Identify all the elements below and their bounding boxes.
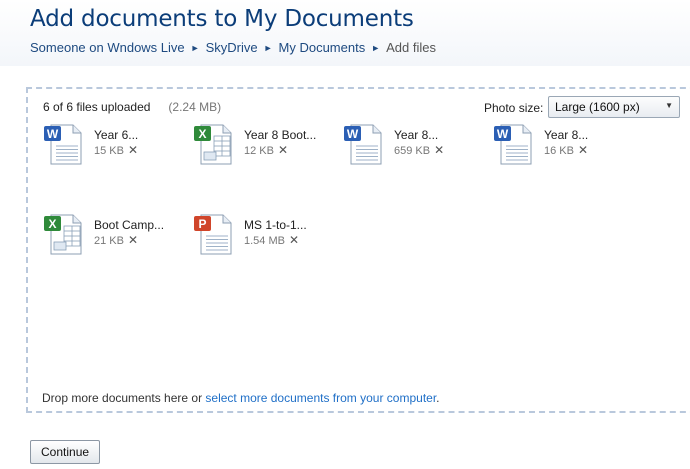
file-size-row: 21 KB ✕ [94, 233, 138, 247]
dropdown-arrow-icon: ▼ [665, 101, 673, 110]
file-size-row: 659 KB ✕ [394, 143, 444, 157]
remove-file-icon[interactable]: ✕ [289, 233, 299, 247]
file-name: Year 8 Boot... [244, 128, 317, 142]
breadcrumb-account[interactable]: Someone on Wndows Live [30, 40, 185, 55]
file-size: 15 KB [94, 145, 124, 157]
file-size: 1.54 MB [244, 235, 285, 247]
page-title: Add documents to My Documents [30, 6, 414, 32]
drop-hint: Drop more documents here or select more … [42, 391, 440, 405]
breadcrumb-separator-icon: ► [371, 43, 381, 53]
remove-file-icon[interactable]: ✕ [128, 143, 138, 157]
drop-hint-suffix: . [436, 391, 440, 405]
upload-total-size: (2.24 MB) [168, 100, 222, 114]
photo-size-label: Photo size: [484, 101, 544, 115]
breadcrumb-current: Add files [386, 40, 437, 55]
file-size-row: 16 KB ✕ [544, 143, 588, 157]
upload-summary: 6 of 6 files uploaded (2.24 MB) [43, 100, 221, 114]
svg-text:W: W [47, 127, 59, 141]
file-item: P MS 1-to-1... 1.54 MB ✕ [192, 212, 332, 256]
svg-text:X: X [198, 127, 206, 141]
file-size-row: 1.54 MB ✕ [244, 233, 299, 247]
file-item: W Year 8... 659 KB ✕ [342, 122, 482, 166]
file-item: X Year 8 Boot... 12 KB ✕ [192, 122, 332, 166]
file-size-row: 12 KB ✕ [244, 143, 288, 157]
breadcrumb-separator-icon: ► [190, 43, 200, 53]
photo-size-value: Large (1600 px) [555, 100, 640, 114]
file-item: W Year 8... 16 KB ✕ [492, 122, 632, 166]
file-size: 21 KB [94, 235, 124, 247]
file-drop-zone[interactable]: 6 of 6 files uploaded (2.24 MB) Photo siz… [26, 87, 690, 413]
file-name: Year 8... [544, 128, 589, 142]
breadcrumb-separator-icon: ► [263, 43, 273, 53]
svg-text:W: W [347, 127, 359, 141]
remove-file-icon[interactable]: ✕ [434, 143, 444, 157]
remove-file-icon[interactable]: ✕ [128, 233, 138, 247]
file-size: 16 KB [544, 145, 574, 157]
continue-button[interactable]: Continue [30, 440, 101, 464]
file-name: Boot Camp... [94, 218, 165, 232]
svg-text:X: X [48, 217, 56, 231]
upload-status: 6 of 6 files uploaded [43, 100, 151, 114]
breadcrumb: Someone on Wndows Live ► SkyDrive ► My Docum… [30, 40, 436, 55]
file-name: Year 8... [394, 128, 439, 142]
file-item: W Year 6... 15 KB ✕ [42, 122, 182, 166]
remove-file-icon[interactable]: ✕ [278, 143, 288, 157]
svg-text:W: W [497, 127, 509, 141]
file-name: Year 6... [94, 128, 139, 142]
breadcrumb-my-documents[interactable]: My Documents [279, 40, 366, 55]
breadcrumb-skydrive[interactable]: SkyDrive [206, 40, 258, 55]
file-size: 12 KB [244, 145, 274, 157]
file-item: X Boot Camp... 21 KB ✕ [42, 212, 182, 256]
photo-size-select[interactable]: Large (1600 px) ▼ [548, 96, 680, 118]
file-name: MS 1-to-1... [244, 218, 307, 232]
remove-file-icon[interactable]: ✕ [578, 143, 588, 157]
svg-text:P: P [198, 217, 206, 231]
select-documents-link[interactable]: select more documents from your computer [205, 391, 436, 405]
file-size-row: 15 KB ✕ [94, 143, 138, 157]
drop-hint-text: Drop more documents here or [42, 391, 206, 405]
file-size: 659 KB [394, 145, 431, 157]
